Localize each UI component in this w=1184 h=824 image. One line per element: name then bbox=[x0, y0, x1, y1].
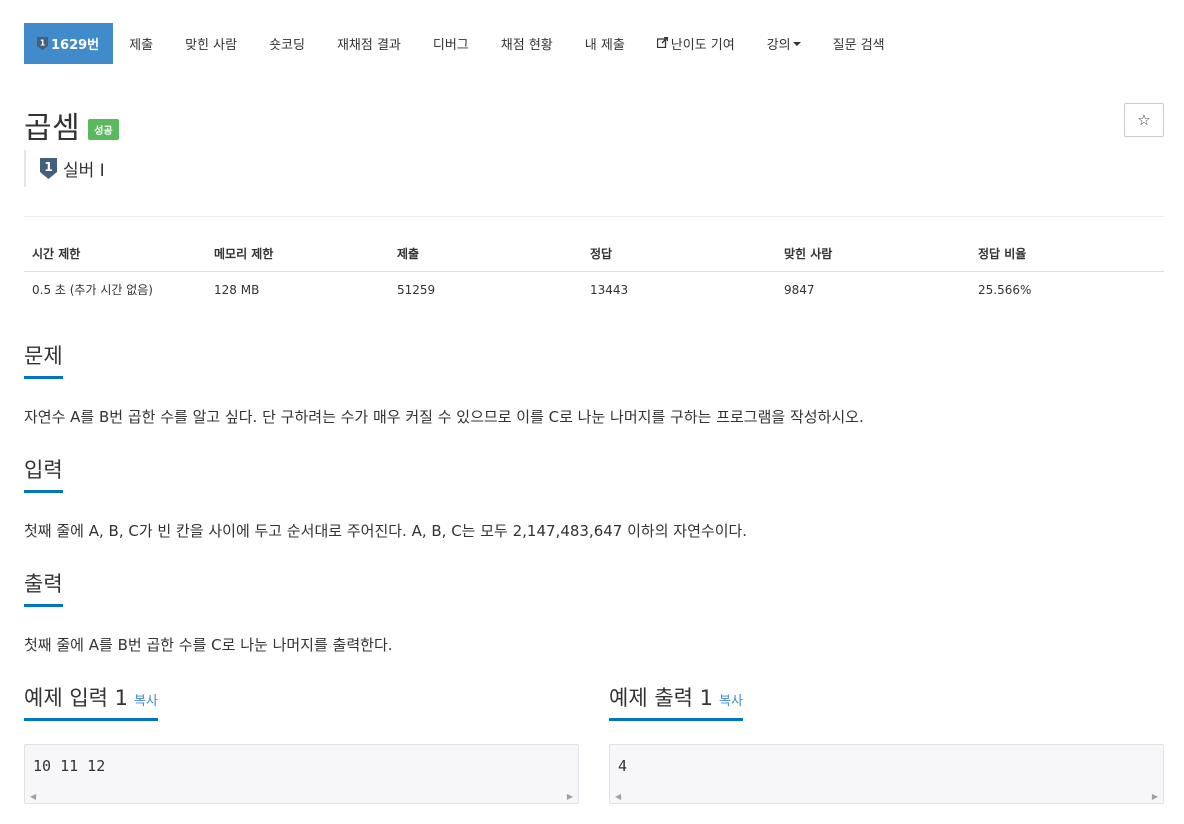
output-description: 첫째 줄에 A를 B번 곱한 수를 C로 나눈 나머지를 출력한다. bbox=[24, 636, 393, 654]
tab-my-submissions[interactable]: 내 제출 bbox=[569, 23, 641, 64]
favorite-star-button[interactable]: ☆ bbox=[1124, 103, 1164, 137]
tab-lectures-dropdown[interactable]: 강의 bbox=[751, 23, 817, 64]
sample-input-value: 10 11 12 bbox=[33, 757, 106, 775]
silver-tier-icon: 1 bbox=[40, 158, 57, 179]
horizontal-scrollbar[interactable]: ◀ ▶ bbox=[26, 790, 577, 802]
tab-debug[interactable]: 디버그 bbox=[417, 23, 485, 64]
header-memory-limit: 메모리 제한 bbox=[206, 237, 389, 272]
scroll-left-icon[interactable]: ◀ bbox=[615, 792, 621, 801]
problem-heading: 문제 bbox=[24, 340, 63, 379]
output-heading: 출력 bbox=[24, 568, 63, 607]
tab-solvers[interactable]: 맞힌 사람 bbox=[169, 23, 253, 64]
header-solvers: 맞힌 사람 bbox=[776, 237, 970, 272]
svg-text:1: 1 bbox=[44, 160, 52, 174]
sample-input-heading: 예제 입력 1 복사 bbox=[24, 682, 158, 721]
accept-ratio-value: 25.566% bbox=[978, 282, 1032, 297]
star-icon: ☆ bbox=[1137, 111, 1151, 129]
input-heading: 입력 bbox=[24, 454, 63, 493]
tab-question-search-label: 질문 검색 bbox=[832, 38, 885, 53]
sample-input-header: 예제 입력 1 복사 bbox=[24, 682, 579, 721]
tab-my-submissions-label: 내 제출 bbox=[584, 38, 625, 53]
sample-output-title: 예제 출력 1 bbox=[609, 686, 713, 710]
tab-status[interactable]: 채점 현황 bbox=[485, 23, 569, 64]
problem-info-table: 시간 제한 메모리 제한 제출 정답 맞힌 사람 정답 비율 0.5 초 (추가… bbox=[24, 237, 1164, 308]
copy-sample-input-button[interactable]: 복사 bbox=[134, 694, 158, 709]
tab-status-label: 채점 현황 bbox=[500, 38, 553, 53]
tab-question-search[interactable]: 질문 검색 bbox=[817, 23, 901, 64]
submissions-value: 51259 bbox=[397, 282, 436, 297]
tab-difficulty-contribution[interactable]: 난이도 기여 bbox=[641, 23, 751, 64]
tab-rejudge-label: 재채점 결과 bbox=[336, 38, 401, 53]
page-title: 곱셈 bbox=[24, 111, 81, 146]
tab-difficulty-label: 난이도 기여 bbox=[670, 38, 735, 53]
memory-limit-value: 128 MB bbox=[214, 282, 260, 297]
scroll-left-icon[interactable]: ◀ bbox=[30, 792, 36, 801]
header-time-limit: 시간 제한 bbox=[24, 237, 206, 272]
section-divider bbox=[24, 605, 1164, 606]
tab-problem-label: 1629번 bbox=[51, 38, 100, 53]
problem-description: 자연수 A를 B번 곱한 수를 알고 싶다. 단 구하려는 수가 매우 커질 수… bbox=[24, 408, 864, 426]
tab-short-coding[interactable]: 숏코딩 bbox=[253, 23, 321, 64]
table-row: 0.5 초 (추가 시간 없음) 128 MB 51259 13443 9847… bbox=[24, 271, 1164, 308]
sample-output-value: 4 bbox=[618, 757, 628, 775]
tab-lectures-label: 강의 bbox=[766, 38, 791, 53]
status-badge: 성공 bbox=[88, 118, 119, 140]
sample-input-box[interactable]: 10 11 12 ◀ ▶ bbox=[24, 744, 579, 804]
tab-submit-label: 제출 bbox=[129, 38, 154, 53]
external-link-icon bbox=[656, 36, 668, 51]
svg-text:1: 1 bbox=[40, 39, 46, 48]
sample-output-heading: 예제 출력 1 복사 bbox=[609, 682, 743, 721]
table-header-row: 시간 제한 메모리 제한 제출 정답 맞힌 사람 정답 비율 bbox=[24, 237, 1164, 272]
problem-title-row: 곱셈 성공 bbox=[24, 103, 119, 147]
header-accepted: 정답 bbox=[582, 237, 776, 272]
divider bbox=[24, 216, 1164, 217]
silver-tier-icon: 1 bbox=[37, 37, 48, 50]
caret-down-icon bbox=[792, 41, 801, 46]
input-description: 첫째 줄에 A, B, C가 빈 칸을 사이에 두고 순서대로 주어진다. A,… bbox=[24, 522, 748, 540]
sample-output-header: 예제 출력 1 복사 bbox=[609, 682, 1164, 721]
scroll-right-icon[interactable]: ▶ bbox=[1152, 792, 1158, 801]
time-limit-value: 0.5 초 (추가 시간 없음) bbox=[32, 283, 153, 298]
copy-sample-output-button[interactable]: 복사 bbox=[719, 694, 743, 709]
output-section-header: 출력 bbox=[24, 568, 1164, 607]
section-divider bbox=[24, 491, 1164, 492]
tab-short-coding-label: 숏코딩 bbox=[269, 38, 305, 53]
problem-section-header: 문제 bbox=[24, 340, 1164, 379]
header-submissions: 제출 bbox=[389, 237, 582, 272]
tab-rejudge[interactable]: 재채점 결과 bbox=[321, 23, 417, 64]
horizontal-scrollbar[interactable]: ◀ ▶ bbox=[611, 790, 1162, 802]
sample-input-title: 예제 입력 1 bbox=[24, 686, 128, 710]
tab-submit[interactable]: 제출 bbox=[113, 23, 169, 64]
section-divider bbox=[24, 377, 1164, 378]
input-section-header: 입력 bbox=[24, 454, 1164, 493]
tier-info: 1 실버 I bbox=[24, 150, 105, 187]
accepted-value: 13443 bbox=[590, 282, 629, 297]
tab-problem[interactable]: 1 1629번 bbox=[24, 23, 114, 64]
sample-output-box[interactable]: 4 ◀ ▶ bbox=[609, 744, 1164, 804]
tab-debug-label: 디버그 bbox=[432, 38, 469, 53]
tab-solvers-label: 맞힌 사람 bbox=[185, 38, 238, 53]
scroll-right-icon[interactable]: ▶ bbox=[567, 792, 573, 801]
header-accept-ratio: 정답 비율 bbox=[970, 237, 1164, 272]
problem-menu: 1 1629번 제출 맞힌 사람 숏코딩 재채점 결과 디버그 채점 현황 내 … bbox=[24, 23, 901, 64]
tier-label: 실버 I bbox=[63, 161, 105, 181]
solvers-value: 9847 bbox=[784, 282, 815, 297]
